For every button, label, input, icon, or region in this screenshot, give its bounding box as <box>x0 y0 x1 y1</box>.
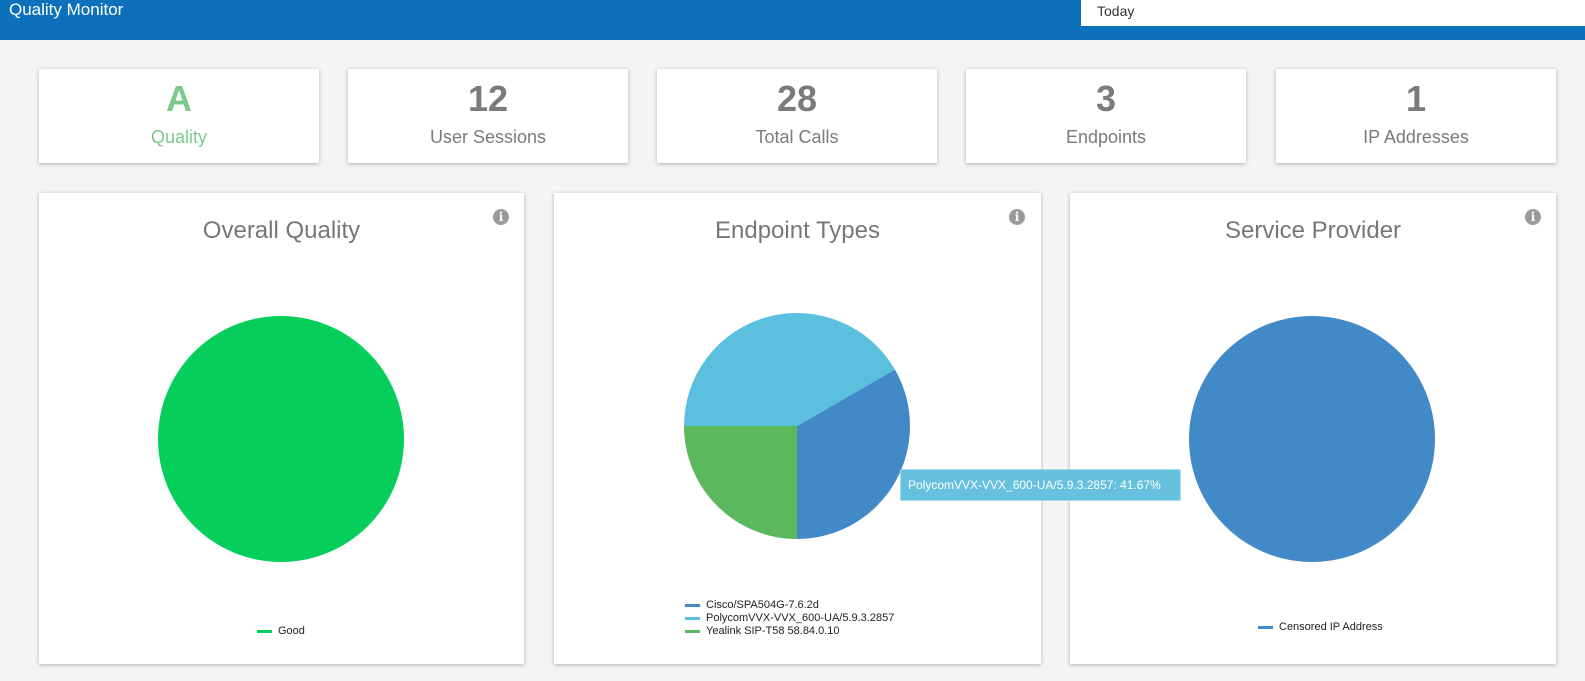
stat-card-user-sessions[interactable]: 12 User Sessions <box>348 69 628 163</box>
legend-swatch <box>685 617 700 620</box>
legend-label: PolycomVVX-VVX_600-UA/5.9.3.2857 <box>706 612 895 624</box>
stat-value: A <box>166 78 192 119</box>
stat-value: 3 <box>1095 78 1117 119</box>
date-range-select[interactable]: Today <box>1081 0 1585 26</box>
legend-swatch <box>685 604 700 607</box>
legend-swatch <box>1258 626 1273 629</box>
legend-item-yealink[interactable]: Yealink SIP-T58 58.84.0.10 <box>685 625 894 638</box>
legend-item-polycom[interactable]: PolycomVVX-VVX_600-UA/5.9.3.2857 <box>685 612 894 625</box>
panel-title: Overall Quality <box>202 217 361 244</box>
panel-service-provider: Service Provider i Censored IP Address <box>1070 193 1556 664</box>
stat-card-ip-addresses[interactable]: 1 IP Addresses <box>1276 69 1556 163</box>
stat-label: User Sessions <box>429 127 547 147</box>
panel-title: Endpoint Types <box>714 217 880 244</box>
pie-slice-yealink-sip-t58-58-84-0-10[interactable] <box>684 426 797 539</box>
legend-swatch <box>257 630 272 633</box>
legend-item-good[interactable]: Good <box>257 625 305 638</box>
legend-label: Cisco/SPA504G-7.6.2d <box>706 599 819 611</box>
legend-label: Censored IP Address <box>1279 621 1383 633</box>
legend-item-censored-ip[interactable]: Censored IP Address <box>1258 621 1383 634</box>
tooltip-text: PolycomVVX-VVX_600-UA/5.9.3.2857: 41.67% <box>908 478 1161 492</box>
legend-item-cisco[interactable]: Cisco/SPA504G-7.6.2d <box>685 599 894 612</box>
stat-value: 28 <box>776 78 818 119</box>
legend-label: Good <box>278 625 305 637</box>
stat-label: Endpoints <box>1065 127 1147 147</box>
stat-card-endpoints[interactable]: 3 Endpoints <box>966 69 1246 163</box>
app-title: Quality Monitor <box>9 0 124 19</box>
service-provider-legend: Censored IP Address <box>1258 621 1383 634</box>
pie-slice-good[interactable] <box>158 316 404 562</box>
info-icon[interactable]: i <box>493 209 509 225</box>
service-provider-pie <box>1189 316 1435 562</box>
overall-quality-legend: Good <box>257 625 305 638</box>
panel-endpoint-types: Endpoint Types i Cisco/SPA504G-7.6.2d Po… <box>554 193 1041 664</box>
pie-slice-censored-ip-address[interactable] <box>1189 316 1435 562</box>
panel-title: Service Provider <box>1224 217 1402 244</box>
endpoint-types-pie <box>684 313 910 539</box>
info-icon[interactable]: i <box>1525 209 1541 225</box>
stat-label: Quality <box>150 127 208 147</box>
stat-label: Total Calls <box>755 127 839 147</box>
info-icon[interactable]: i <box>1009 209 1025 225</box>
chart-tooltip: PolycomVVX-VVX_600-UA/5.9.3.2857: 41.67% <box>900 469 1181 501</box>
legend-label: Yealink SIP-T58 58.84.0.10 <box>706 625 840 637</box>
top-bar: Quality Monitor Today <box>0 0 1585 40</box>
overall-quality-pie <box>158 316 404 562</box>
stat-value: 1 <box>1405 78 1427 119</box>
panel-overall-quality: Overall Quality i Good <box>39 193 524 664</box>
stat-value: 12 <box>467 78 509 119</box>
stat-card-quality[interactable]: A Quality <box>39 69 319 163</box>
stat-card-total-calls[interactable]: 28 Total Calls <box>657 69 937 163</box>
stat-label: IP Addresses <box>1363 127 1469 147</box>
legend-swatch <box>685 630 700 633</box>
endpoint-types-legend: Cisco/SPA504G-7.6.2d PolycomVVX-VVX_600-… <box>685 599 894 638</box>
date-range-value: Today <box>1097 3 1135 19</box>
